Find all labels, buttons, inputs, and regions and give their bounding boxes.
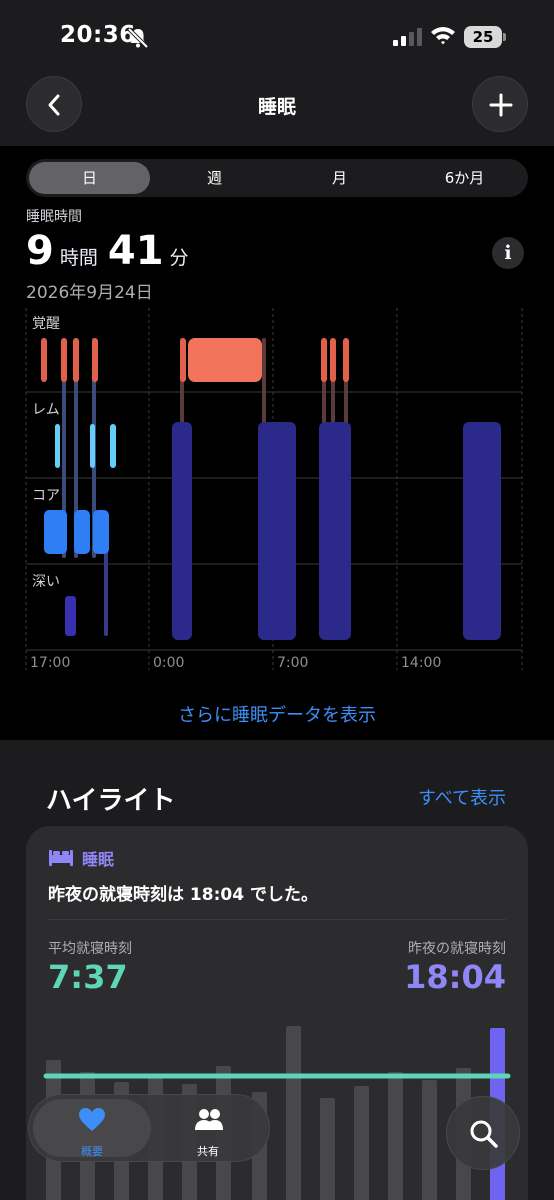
card-divider xyxy=(48,919,506,920)
duration-hours-unit: 時間 xyxy=(59,247,98,269)
awake-segment xyxy=(330,338,336,382)
rem-segment xyxy=(110,424,116,468)
status-bar: 20:36 25 xyxy=(0,0,554,72)
awake-segment xyxy=(92,338,98,382)
cellular-signal-icon xyxy=(393,28,422,46)
awake-segment xyxy=(321,338,327,382)
tab-bar: 概要 共有 xyxy=(28,1094,270,1162)
core-segment xyxy=(44,510,67,554)
tab-sharing[interactable]: 共有 xyxy=(149,1099,267,1158)
period-segmented-control: 日 週 月 6か月 xyxy=(26,159,528,197)
stage-connector xyxy=(262,338,266,428)
show-all-link[interactable]: すべて表示 xyxy=(418,784,506,810)
bar xyxy=(422,1080,437,1200)
awake-segment xyxy=(73,338,79,382)
sleep-cluster-late xyxy=(319,338,501,640)
sleep-column xyxy=(319,422,351,640)
x-tick-labels: 17:00 0:00 7:00 14:00 xyxy=(30,655,441,671)
duration-minutes: 41 xyxy=(107,228,164,274)
battery-indicator: 25 xyxy=(464,26,502,48)
sleep-duration-label: 睡眠時間 xyxy=(26,209,82,225)
highlights-title: ハイライト xyxy=(46,786,176,816)
stage-connector xyxy=(104,540,108,636)
bar xyxy=(388,1072,403,1200)
page-title: 睡眠 xyxy=(257,96,296,118)
awake-block xyxy=(188,338,262,382)
duration-minutes-unit: 分 xyxy=(169,247,189,269)
sleep-screen: 20:36 25 睡眠 日 週 月 6か月 睡眠時間 9 時間 41 分 202… xyxy=(0,0,554,1200)
deep-segment xyxy=(65,596,76,636)
awake-segment xyxy=(41,338,47,382)
sleep-cluster-main xyxy=(172,338,296,640)
tab-sharing-label: 共有 xyxy=(197,1145,219,1158)
bar xyxy=(286,1026,301,1200)
people-icon xyxy=(195,1109,223,1130)
bell-slash-icon xyxy=(127,27,149,49)
sleep-column xyxy=(258,422,296,640)
info-icon: i xyxy=(504,242,512,264)
awake-segment xyxy=(61,338,67,382)
last-bedtime-label: 昨夜の就寝時刻 xyxy=(408,941,506,957)
segment-day[interactable]: 日 xyxy=(29,162,150,194)
tab-summary[interactable]: 概要 xyxy=(33,1099,151,1158)
segment-week[interactable]: 週 xyxy=(154,162,275,194)
awake-segment xyxy=(180,338,186,382)
core-segment xyxy=(93,510,109,554)
rem-segment xyxy=(55,424,60,468)
rem-segment xyxy=(90,424,95,468)
x-tick-7: 7:00 xyxy=(277,655,308,671)
search-button[interactable] xyxy=(446,1096,520,1170)
sleep-cluster-early xyxy=(41,338,116,636)
average-bedtime-label: 平均就寝時刻 xyxy=(48,941,132,957)
sleep-stages-chart: 覚醒 レム コア 深い 17:00 0:00 7:00 14:00 xyxy=(25,308,523,671)
battery-nub xyxy=(503,33,506,41)
x-tick-17: 17:00 xyxy=(30,655,70,671)
x-tick-0: 0:00 xyxy=(153,655,184,671)
stage-label-rem: レム xyxy=(32,402,60,418)
bed-icon xyxy=(49,850,73,866)
segment-month[interactable]: 月 xyxy=(279,162,400,194)
sleep-column xyxy=(463,422,501,640)
card-category: 睡眠 xyxy=(48,846,114,870)
heart-icon xyxy=(79,1108,105,1131)
sleep-duration: 9 時間 41 分 xyxy=(26,228,199,274)
bar xyxy=(354,1086,369,1200)
duration-hours: 9 xyxy=(26,228,54,274)
status-time: 20:36 xyxy=(60,22,136,48)
average-bedtime-value: 7:37 xyxy=(48,958,128,996)
wifi-icon xyxy=(431,27,455,45)
info-button[interactable]: i xyxy=(492,237,524,269)
awake-segment xyxy=(343,338,349,382)
search-icon xyxy=(470,1120,498,1148)
segment-6-months[interactable]: 6か月 xyxy=(404,162,525,194)
x-tick-14: 14:00 xyxy=(401,655,441,671)
bar xyxy=(320,1098,335,1200)
more-sleep-data-link[interactable]: さらに睡眠データを表示 xyxy=(0,701,554,727)
stage-label-core: コア xyxy=(32,488,60,504)
top-bar: 20:36 25 睡眠 xyxy=(0,0,554,146)
card-category-label: 睡眠 xyxy=(82,850,115,869)
plus-icon xyxy=(489,93,513,117)
add-data-button[interactable] xyxy=(472,76,528,132)
tab-summary-label: 概要 xyxy=(81,1145,103,1158)
stage-label-deep: 深い xyxy=(32,574,60,590)
last-bedtime-value: 18:04 xyxy=(404,958,506,996)
sleep-column xyxy=(172,422,192,640)
stage-label-awake: 覚醒 xyxy=(32,316,60,332)
core-segment xyxy=(74,510,90,554)
card-message: 昨夜の就寝時刻は 18:04 でした。 xyxy=(48,885,318,905)
